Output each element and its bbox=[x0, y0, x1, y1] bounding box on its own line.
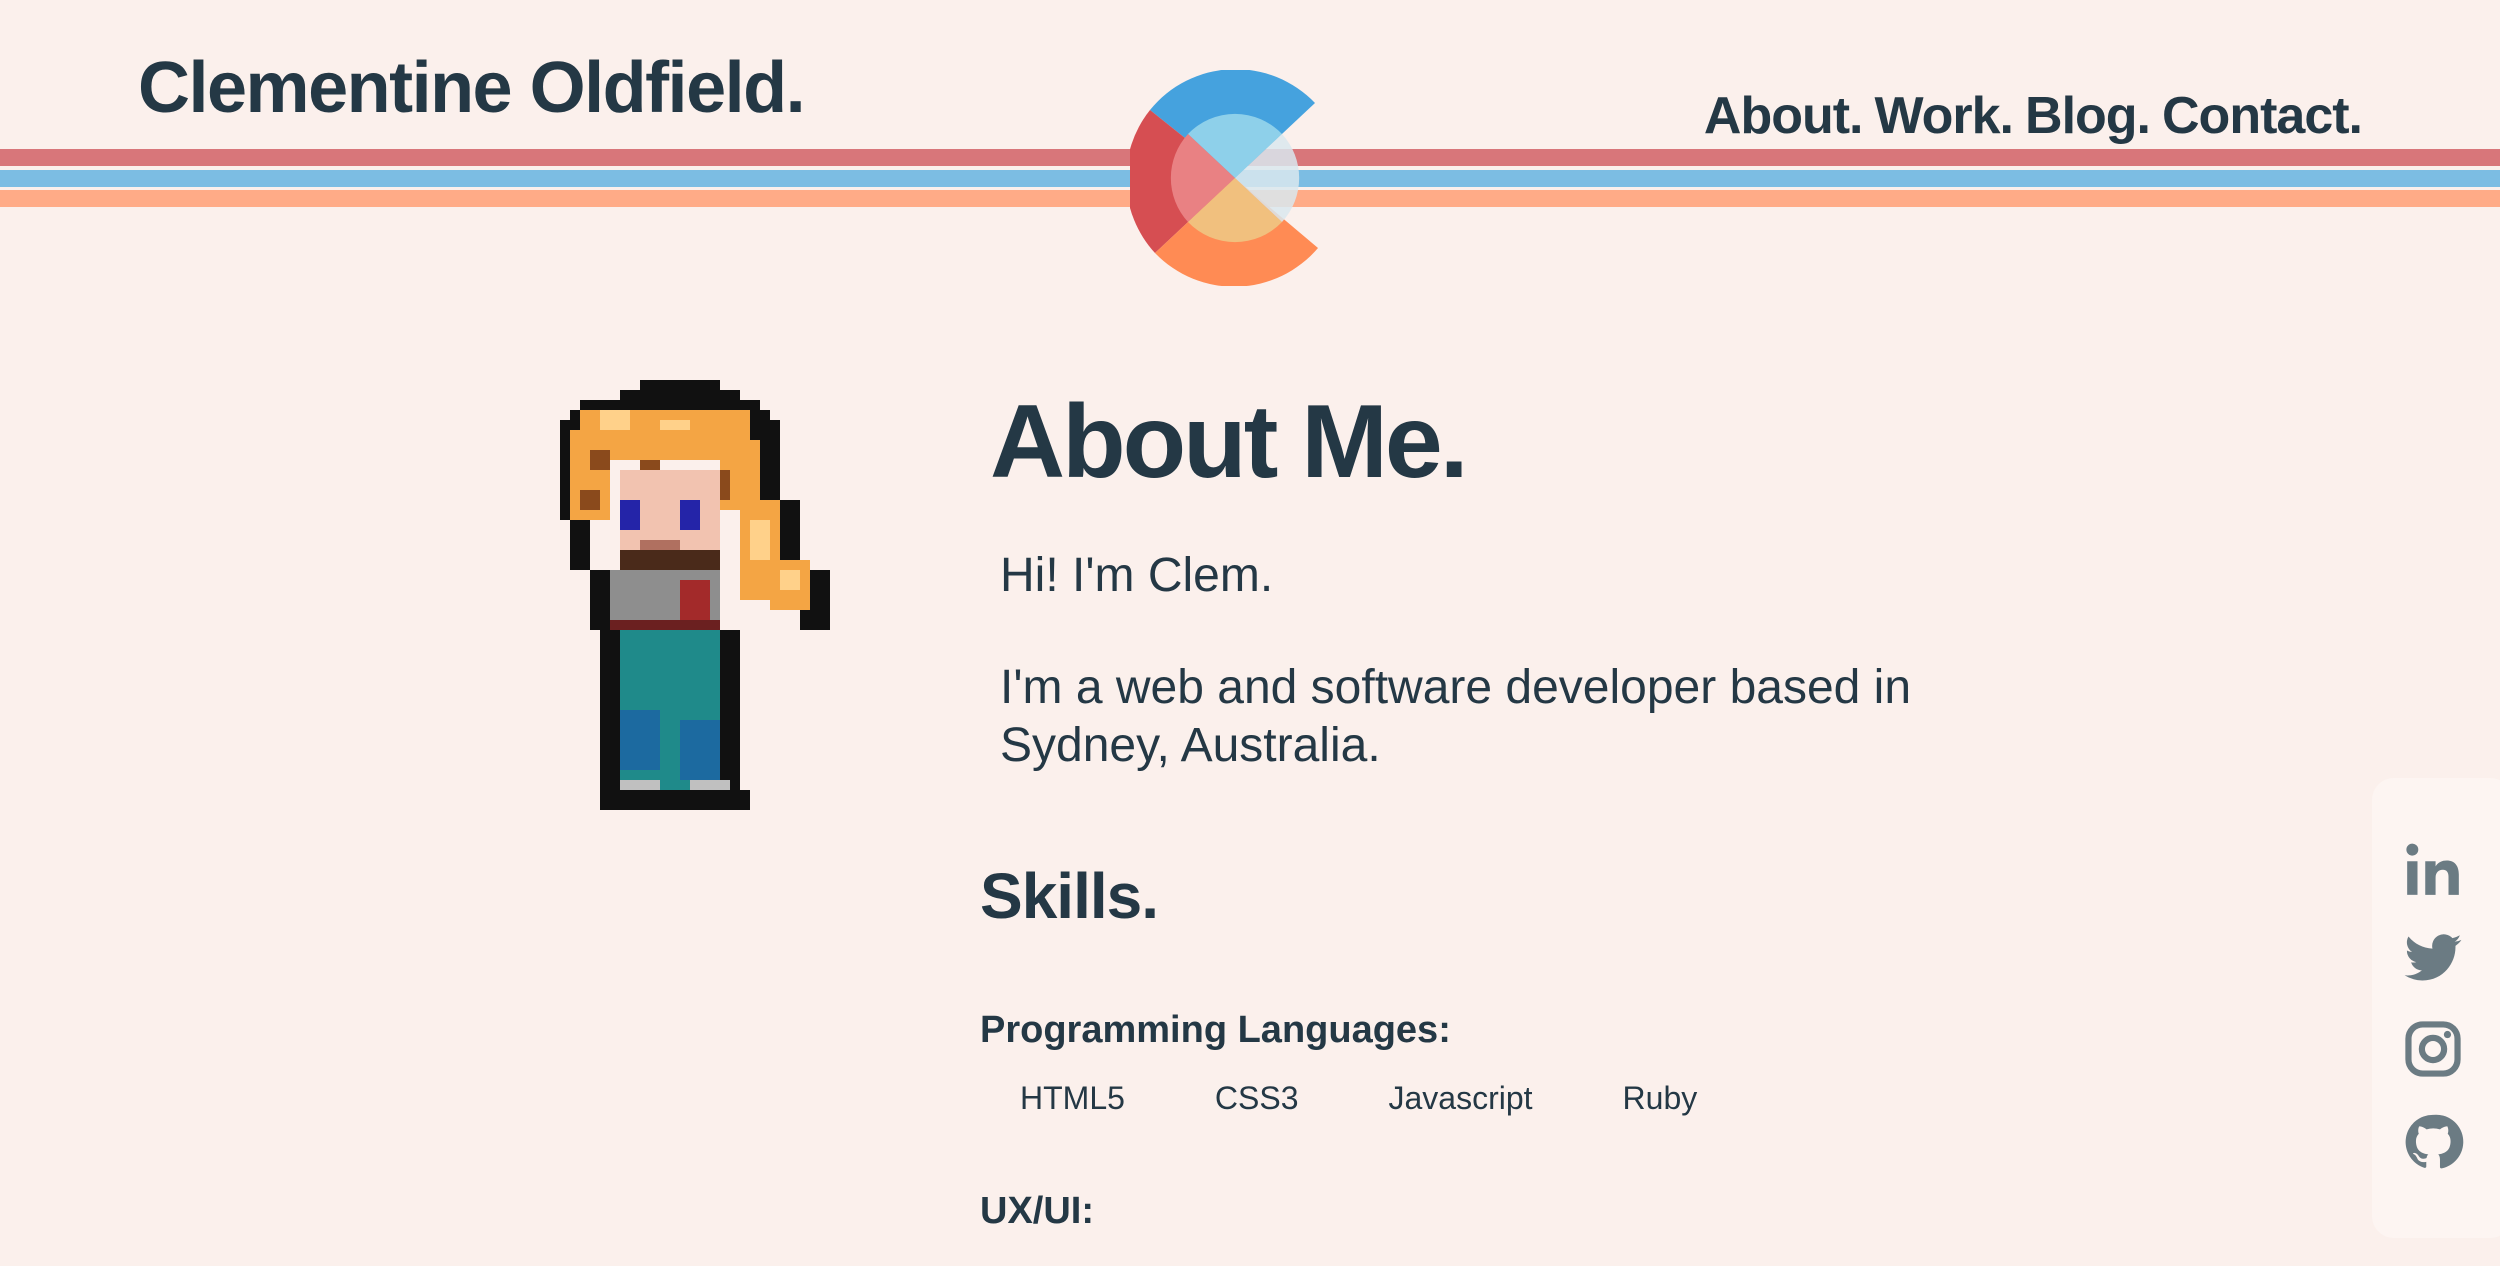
skill-item: Javascript bbox=[1388, 1080, 1533, 1116]
bio-text: I'm a web and software developer based i… bbox=[1000, 661, 1912, 772]
skill-category-ux-ui: UX/UI: bbox=[980, 1190, 1094, 1232]
twitter-icon[interactable] bbox=[2402, 928, 2464, 990]
about-heading: About Me. bbox=[990, 384, 1469, 500]
main-nav: About. Work. Blog. Contact. bbox=[1704, 90, 2363, 142]
nav-work-link[interactable]: Work. bbox=[1875, 90, 2015, 142]
github-icon[interactable] bbox=[2402, 1111, 2464, 1173]
instagram-icon[interactable] bbox=[2402, 1018, 2464, 1080]
skill-item: Ruby bbox=[1622, 1080, 1698, 1116]
pixel-avatar bbox=[560, 380, 830, 810]
nav-about-link[interactable]: About. bbox=[1704, 90, 1864, 142]
logo[interactable] bbox=[1130, 70, 1340, 286]
linkedin-icon[interactable] bbox=[2402, 838, 2464, 900]
programming-skill-list: HTML5 CSS3 Javascript Ruby bbox=[1020, 1082, 1787, 1114]
site-title[interactable]: Clementine Oldfield. bbox=[138, 52, 806, 124]
skill-item: CSS3 bbox=[1214, 1080, 1299, 1116]
social-sidebar bbox=[2372, 778, 2500, 1238]
greeting-text: Hi! I'm Clem. bbox=[1000, 549, 1274, 602]
nav-blog-link[interactable]: Blog. bbox=[2025, 90, 2151, 142]
skill-item: HTML5 bbox=[1020, 1080, 1125, 1116]
nav-contact-link[interactable]: Contact. bbox=[2162, 90, 2363, 142]
skill-category-programming: Programming Languages: bbox=[980, 1009, 1451, 1051]
skills-heading: Skills. bbox=[980, 860, 1159, 932]
